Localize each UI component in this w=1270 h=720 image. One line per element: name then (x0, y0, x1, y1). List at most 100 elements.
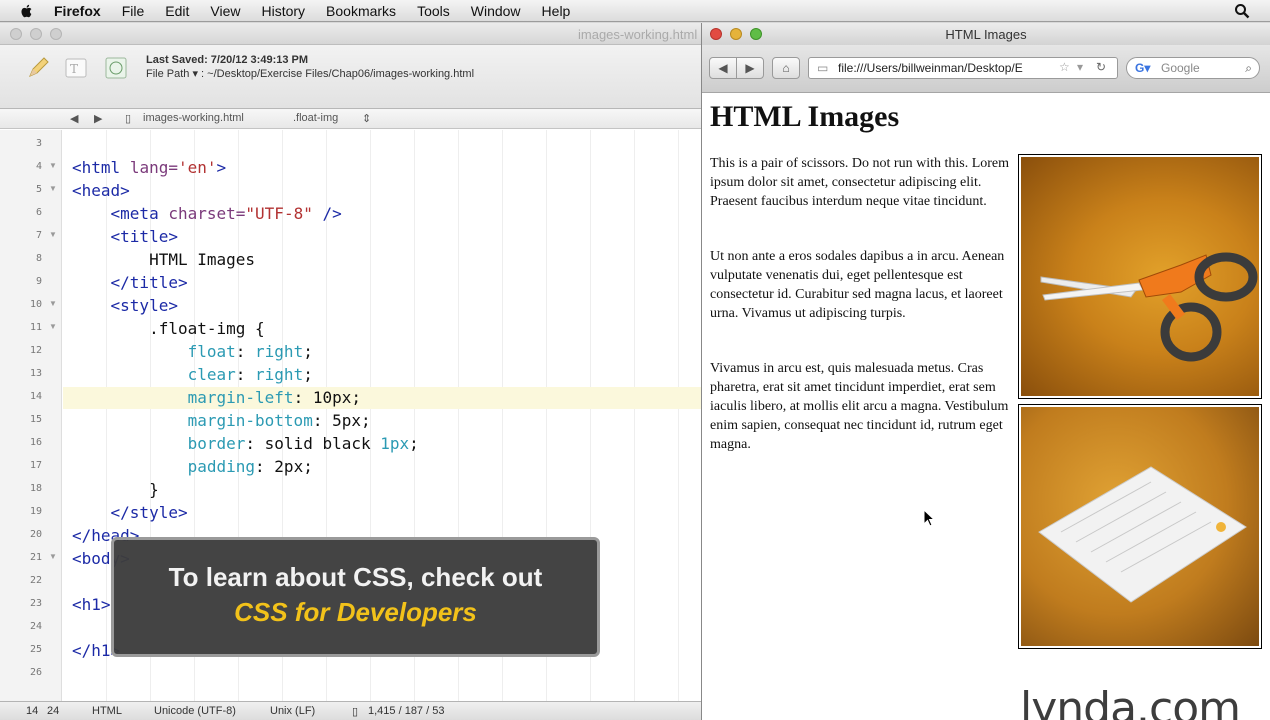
code-line: <meta charset="UTF-8" /> (110, 204, 342, 223)
code-line: HTML Images (72, 250, 256, 269)
code-line: margin-left: 10px; (187, 388, 361, 407)
forward-button[interactable]: ▶ (736, 57, 764, 79)
browser-toolbar: ◀ ▶ ⌂ ▭ file:///Users/billweinman/Deskto… (702, 45, 1270, 93)
status-encoding-selector[interactable]: Unicode (UTF-8) (154, 705, 236, 717)
menu-history[interactable]: History (261, 3, 305, 19)
code-line: </style> (110, 503, 188, 522)
menu-app-firefox[interactable]: Firefox (54, 3, 101, 19)
browser-window-title: HTML Images (945, 27, 1027, 42)
file-doc-icon: ▯ (125, 113, 132, 125)
menu-edit[interactable]: Edit (165, 3, 189, 19)
editor-zoom-button[interactable] (50, 28, 62, 40)
home-button[interactable]: ⌂ (772, 57, 800, 79)
code-line: clear: right; (187, 365, 313, 384)
back-arrow-icon[interactable]: ◀ (70, 112, 78, 125)
forward-arrow-icon[interactable]: ▶ (94, 112, 102, 125)
browser-page-content: HTML Images This is a pair of scissors. … (702, 94, 1270, 720)
line-number: 7 (35, 230, 42, 241)
status-line-endings-selector[interactable]: Unix (LF) (270, 705, 315, 717)
menu-bookmarks[interactable]: Bookmarks (326, 3, 396, 19)
line-number: 16 (29, 437, 42, 448)
line-number: 4 (35, 161, 42, 172)
callout-course-title: CSS for Developers (234, 597, 477, 627)
page-heading: HTML Images (710, 100, 900, 133)
menu-view[interactable]: View (210, 3, 240, 19)
page-paragraph: This is a pair of scissors. Do not run w… (710, 156, 1010, 209)
code-line: margin-bottom: 5px; (187, 411, 371, 430)
fold-arrow-icon[interactable]: ▼ (49, 184, 57, 193)
sheet-music-paper-image (1018, 404, 1262, 649)
menu-file[interactable]: File (122, 3, 145, 19)
line-number: 14 (29, 391, 42, 402)
lynda-watermark: lynda.com (1020, 683, 1241, 720)
editor-toolbar: T Last Saved: 7/20/12 3:49:13 PM File Pa… (0, 45, 702, 109)
fold-arrow-icon[interactable]: ▼ (49, 552, 57, 561)
editor-pathbar: ◀ ▶ ▯ images-working.html .float-img ⇕ (0, 109, 702, 129)
symbol-dropdown-icon[interactable]: ⇕ (362, 112, 371, 125)
preview-globe-icon[interactable] (103, 55, 129, 81)
file-path-label: File Path ▾ : ~/Desktop/Exercise Files/C… (146, 68, 475, 80)
search-icon[interactable]: ⌕ (1245, 61, 1252, 76)
fold-arrow-icon[interactable]: ▼ (49, 161, 57, 170)
menu-bar: Firefox File Edit View History Bookmarks… (0, 0, 1270, 22)
doc-stats-icon: ▯ (352, 706, 359, 718)
browser-titlebar: HTML Images (702, 23, 1270, 45)
line-number: 26 (29, 667, 42, 678)
code-line: <title> (110, 227, 178, 246)
reload-icon[interactable]: ↻ (1096, 60, 1106, 74)
search-bar[interactable]: G▾ Google ⌕ (1126, 57, 1260, 79)
line-number: 24 (29, 621, 42, 632)
fold-arrow-icon[interactable]: ▼ (49, 299, 57, 308)
code-line: </title> (110, 273, 188, 292)
line-number: 11 (29, 322, 42, 333)
status-doc-stats: 1,415 / 187 / 53 (368, 705, 445, 717)
last-saved-label: Last Saved: 7/20/12 3:49:13 PM (146, 54, 309, 66)
line-number: 15 (29, 414, 42, 425)
line-number: 20 (29, 529, 42, 540)
spotlight-search-icon[interactable] (1234, 3, 1250, 19)
editor-status-bar: 14 24 HTML Unicode (UTF-8) Unix (LF) ▯ 1… (0, 701, 702, 720)
text-tool-icon[interactable]: T (63, 55, 89, 81)
editor-window-title: images-working.html (578, 27, 698, 42)
pathbar-symbol-selector[interactable]: .float-img (293, 112, 338, 124)
editor-minimize-button[interactable] (30, 28, 42, 40)
code-line: float: right; (187, 342, 313, 361)
editor-close-button[interactable] (10, 28, 22, 40)
line-number: 5 (35, 184, 42, 195)
google-logo-icon[interactable]: G▾ (1135, 61, 1150, 75)
page-paragraph: Vivamus in arcu est, quis malesuada metu… (710, 361, 1009, 452)
url-bar[interactable]: ▭ file:///Users/billweinman/Desktop/E ☆ … (808, 57, 1118, 79)
svg-text:T: T (70, 62, 78, 76)
fold-arrow-icon[interactable]: ▼ (49, 230, 57, 239)
course-callout-overlay: To learn about CSS, check out CSS for De… (111, 537, 600, 657)
dropdown-arrow-icon[interactable]: ▾ (1077, 60, 1083, 74)
code-line: padding: 2px; (187, 457, 313, 476)
page-paragraph: Ut non ante a eros sodales dapibus a in … (710, 249, 1005, 321)
menu-help[interactable]: Help (542, 3, 571, 19)
line-number: 6 (35, 207, 42, 218)
code-line: border: solid black 1px; (187, 434, 419, 453)
pathbar-file-selector[interactable]: images-working.html (143, 112, 244, 124)
status-syntax-selector[interactable]: HTML (92, 705, 122, 717)
line-number-gutter: 3 4 ▼ 5 ▼ 6 7 ▼ 8 9 10 ▼ 11 ▼ 12 13 14 1… (0, 130, 62, 706)
back-button[interactable]: ◀ (709, 57, 737, 79)
editor-titlebar: images-working.html (0, 23, 702, 45)
code-line: <html lang='en'> (72, 158, 227, 177)
line-number: 13 (29, 368, 42, 379)
scissors-image (1018, 154, 1262, 399)
line-number: 12 (29, 345, 42, 356)
menu-window[interactable]: Window (471, 3, 521, 19)
status-column: 24 (47, 705, 60, 717)
apple-menu-icon[interactable] (19, 3, 35, 19)
pencil-icon[interactable] (25, 55, 51, 81)
menu-tools[interactable]: Tools (417, 3, 450, 19)
line-number: 8 (35, 253, 42, 264)
bookmark-star-icon[interactable]: ☆ (1059, 60, 1070, 74)
fold-arrow-icon[interactable]: ▼ (49, 322, 57, 331)
code-line: } (72, 480, 159, 499)
line-number: 19 (29, 506, 42, 517)
callout-line-1: To learn about CSS, check out (168, 562, 543, 592)
line-number: 22 (29, 575, 42, 586)
url-text: file:///Users/billweinman/Desktop/E (838, 61, 1023, 75)
line-number: 3 (35, 138, 42, 149)
